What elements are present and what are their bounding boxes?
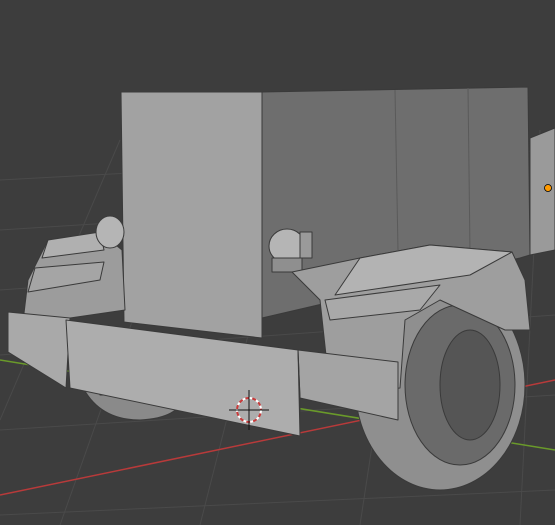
cab-front xyxy=(120,91,263,339)
3d-viewport[interactable] xyxy=(0,0,555,525)
object-origin-icon[interactable] xyxy=(544,184,552,192)
viewport-canvas[interactable] xyxy=(0,0,555,525)
truck-front-model[interactable] xyxy=(7,86,555,491)
side-panel xyxy=(529,127,555,256)
left-headlight xyxy=(95,215,125,249)
front-bumper xyxy=(7,311,71,389)
